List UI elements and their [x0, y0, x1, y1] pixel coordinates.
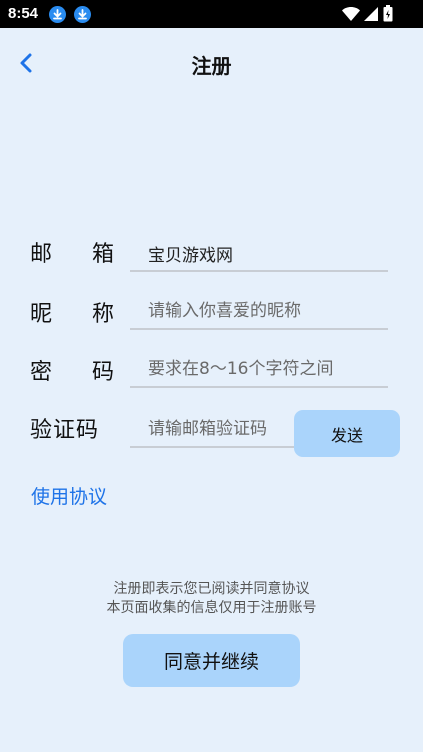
email-label: 邮 箱 — [30, 236, 115, 268]
password-label: 密 码 — [30, 354, 115, 386]
signal-icon — [364, 6, 379, 26]
notice-line-2: 本页面收集的信息仅用于注册账号 — [106, 600, 317, 616]
agreement-link[interactable]: 使用协议 — [31, 482, 107, 509]
email-field[interactable] — [130, 236, 388, 272]
nickname-label: 昵 称 — [30, 296, 115, 328]
battery-icon — [383, 5, 393, 26]
password-label-char: 码 — [91, 360, 115, 385]
code-label: 验证码 — [30, 418, 100, 443]
notice-line-1: 注册即表示您已阅读并同意协议 — [113, 581, 310, 597]
status-bar: 8:54 — [0, 0, 423, 28]
header: 注册 — [0, 28, 423, 98]
wifi-icon — [342, 6, 360, 26]
email-label-char: 箱 — [91, 242, 115, 267]
nickname-label-char: 称 — [91, 302, 115, 327]
password-field[interactable] — [130, 352, 388, 388]
nickname-label-char: 昵 — [30, 302, 54, 327]
password-label-char: 密 — [30, 360, 54, 385]
send-code-button[interactable]: 发送 — [294, 410, 400, 457]
email-label-char: 邮 — [30, 242, 54, 267]
nickname-field[interactable] — [130, 294, 388, 330]
download-icon — [74, 6, 91, 23]
download-icon — [49, 6, 66, 23]
agree-continue-button[interactable]: 同意并继续 — [123, 634, 300, 687]
page-title: 注册 — [191, 54, 232, 78]
status-time: 8:54 — [8, 5, 39, 22]
